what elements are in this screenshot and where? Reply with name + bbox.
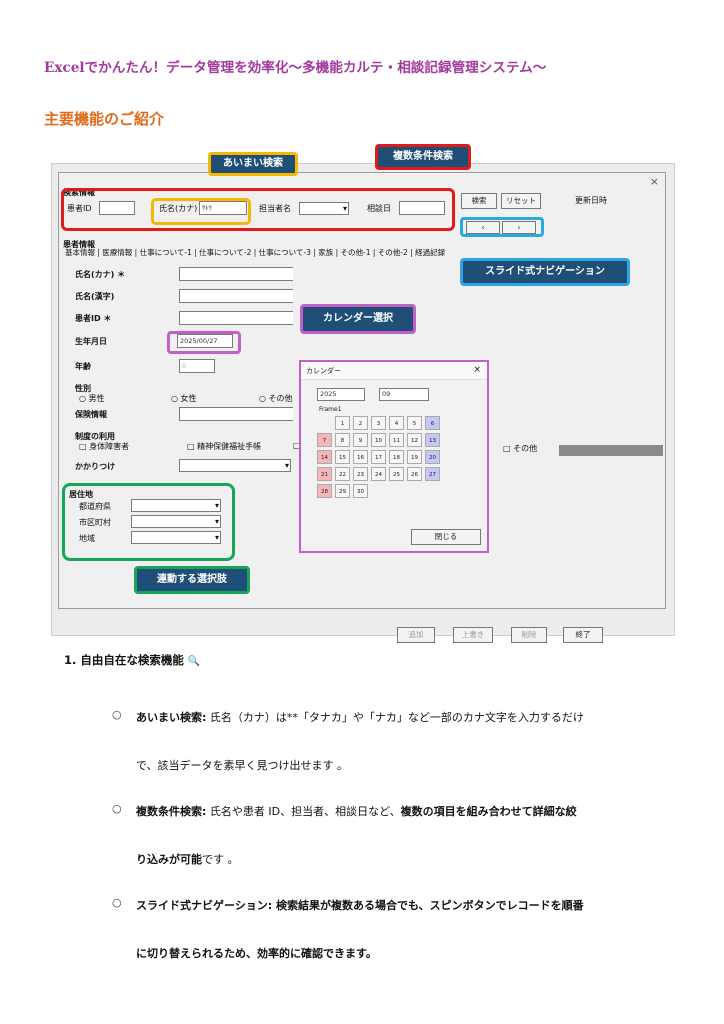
app-screenshot: × 検索情報 患者ID 氏名(カナ) ｻﾄｳ 担当者名 相談日 検索 リセット … [51, 144, 675, 643]
calendar-day[interactable]: 1 [335, 416, 350, 430]
calendar-day[interactable]: 24 [371, 467, 386, 481]
field-birthday: 生年月日 [75, 337, 107, 346]
calendar-day[interactable]: 23 [353, 467, 368, 481]
bullet-slide: スライド式ナビゲーション: 検索結果が複数ある場合でも、スピンボタンでレコードを… [136, 899, 584, 960]
calendar-popup: カレンダー × 2025 09 Frame1 1 2 3 4 5 6 7 8 9 10 11 12 13… [299, 360, 489, 553]
patient-id-field[interactable] [179, 311, 293, 325]
tab-bar[interactable]: 基本情報 | 医療情報 | 仕事について-1 | 仕事について-2 | 仕事につ… [65, 247, 445, 258]
calendar-day[interactable]: 28 [317, 484, 332, 498]
calendar-day[interactable]: 15 [335, 450, 350, 464]
exit-button[interactable]: 終了 [563, 627, 603, 643]
linked-select-highlight [62, 483, 235, 561]
name-kana-field[interactable] [179, 267, 293, 281]
close-icon[interactable]: × [650, 175, 659, 188]
updated-label: 更新日時 [575, 196, 607, 205]
calendar-day[interactable]: 8 [335, 433, 350, 447]
callout-slide-nav: スライド式ナビゲーション [460, 258, 630, 286]
calendar-day[interactable]: 16 [353, 450, 368, 464]
field-patient-id: 患者ID ＊ [75, 314, 112, 323]
document-title: Excelでかんたん！データ管理を効率化〜多機能カルテ・相談記録管理システム〜 [44, 60, 547, 76]
disabled-field [559, 445, 663, 456]
calendar-frame-label: Frame1 [319, 406, 342, 413]
callout-fuzzy-search: あいまい検索 [208, 152, 298, 176]
calendar-year-select[interactable]: 2025 [317, 388, 365, 401]
field-clinic: かかりつけ [75, 462, 116, 471]
clinic-dropdown[interactable] [179, 459, 291, 472]
insurance-field[interactable] [179, 407, 293, 421]
gender-female-radio[interactable]: ○ 女性 [171, 393, 197, 404]
calendar-day[interactable]: 17 [371, 450, 386, 464]
calendar-day[interactable]: 7 [317, 433, 332, 447]
calendar-day[interactable]: 18 [389, 450, 404, 464]
add-button[interactable]: 追加 [397, 627, 435, 643]
calendar-close-button[interactable]: 閉じる [411, 529, 481, 545]
mental-checkbox[interactable]: □ 精神保健福祉手帳 [187, 441, 261, 452]
other-checkbox[interactable]: □ その他 [503, 443, 537, 454]
overwrite-button[interactable]: 上書き [453, 627, 493, 643]
calendar-day[interactable]: 4 [389, 416, 404, 430]
form-window: × 検索情報 患者ID 氏名(カナ) ｻﾄｳ 担当者名 相談日 検索 リセット … [58, 172, 666, 643]
calendar-day[interactable]: 30 [353, 484, 368, 498]
calendar-day[interactable]: 12 [407, 433, 422, 447]
calendar-day[interactable]: 20 [425, 450, 440, 464]
calendar-day[interactable]: 9 [353, 433, 368, 447]
calendar-day[interactable]: 5 [407, 416, 422, 430]
calendar-day[interactable]: 22 [335, 467, 350, 481]
calendar-day[interactable]: 14 [317, 450, 332, 464]
search-button[interactable]: 検索 [461, 193, 497, 209]
name-kanji-field[interactable] [179, 289, 293, 303]
section-heading: 主要機能のご紹介 [44, 110, 165, 128]
calendar-day[interactable]: 29 [335, 484, 350, 498]
bullet-multi: 複数条件検索: 氏名や患者 ID、担当者、相談日など、複数の項目を組み合わせて詳… [136, 805, 577, 866]
field-name-kana: 氏名(カナ) ＊ [75, 270, 126, 279]
calendar-day[interactable]: 13 [425, 433, 440, 447]
field-name-kanji: 氏名(漢字) [75, 292, 115, 301]
field-age: 年齢 [75, 362, 91, 371]
calendar-highlight [167, 331, 241, 354]
callout-multi-search: 複数条件検索 [375, 144, 471, 170]
multi-search-highlight [61, 188, 455, 231]
calendar-day[interactable]: 10 [371, 433, 386, 447]
reset-button[interactable]: リセット [501, 193, 541, 209]
fuzzy-search-highlight [151, 198, 251, 225]
calendar-close-icon[interactable]: × [473, 365, 481, 375]
calendar-day[interactable]: 26 [407, 467, 422, 481]
delete-button[interactable]: 削除 [511, 627, 547, 643]
bullet-icon: ○ [112, 708, 122, 721]
calendar-day[interactable]: 19 [407, 450, 422, 464]
bullet-fuzzy: あいまい検索: 氏名（カナ）は**「タナカ」や「ナカ」など一部のカナ文字を入力す… [136, 711, 584, 772]
calendar-day[interactable]: 25 [389, 467, 404, 481]
disability-checkbox[interactable]: □ 身体障害者 [79, 441, 129, 452]
calendar-month-select[interactable]: 09 [379, 388, 429, 401]
calendar-day[interactable]: 21 [317, 467, 332, 481]
slide-nav-highlight [460, 217, 544, 237]
age-field: 0 [179, 359, 215, 373]
callout-calendar: カレンダー選択 [300, 304, 416, 334]
gender-other-radio[interactable]: ○ その他 [259, 393, 293, 404]
calendar-day[interactable]: 6 [425, 416, 440, 430]
bullet-icon: ○ [112, 802, 122, 815]
calendar-day[interactable]: 3 [371, 416, 386, 430]
calendar-title: カレンダー [301, 362, 487, 380]
callout-linked-select: 連動する選択肢 [134, 566, 250, 594]
calendar-day[interactable]: 2 [353, 416, 368, 430]
calendar-day[interactable]: 27 [425, 467, 440, 481]
magnifier-icon: 🔍 [187, 656, 201, 667]
bullet-icon: ○ [112, 896, 122, 909]
list-heading-search: 1. 自由自在な検索機能 🔍 [64, 653, 201, 667]
gender-male-radio[interactable]: ○ 男性 [79, 393, 105, 404]
calendar-day[interactable]: 11 [389, 433, 404, 447]
field-insurance: 保険情報 [75, 410, 107, 419]
